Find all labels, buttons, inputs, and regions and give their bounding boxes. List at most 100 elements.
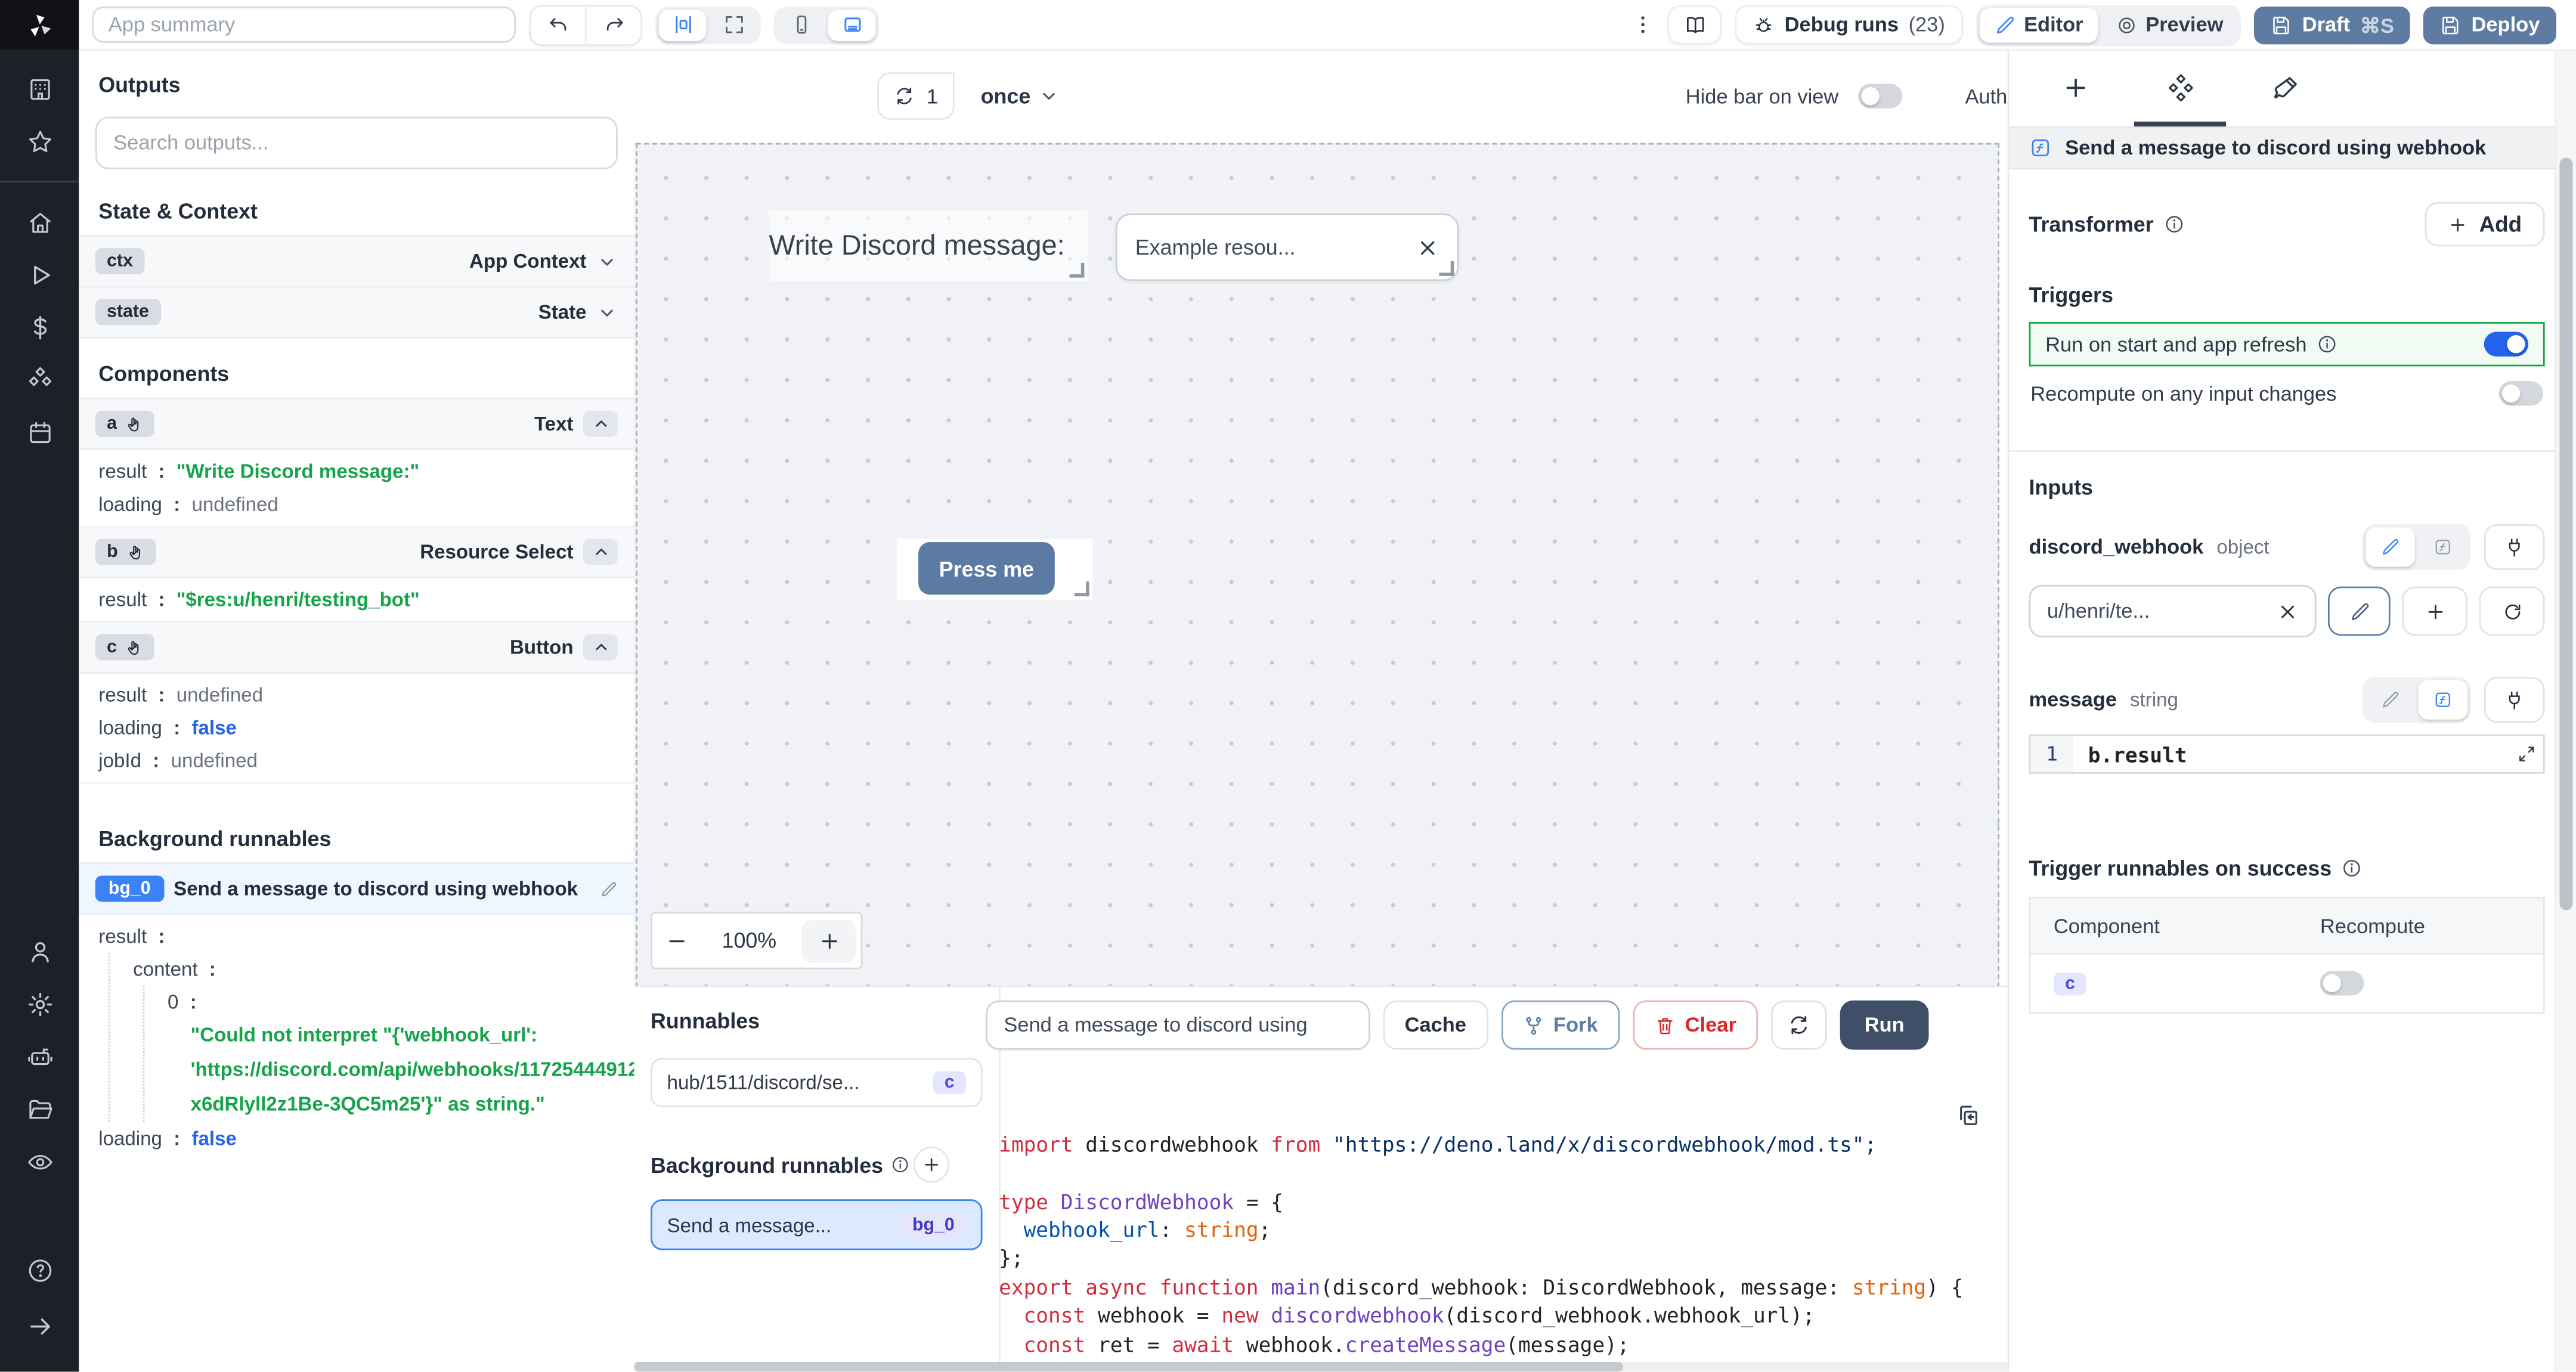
component-row-a[interactable]: a Text (79, 397, 634, 450)
run-on-start-toggle[interactable] (2484, 332, 2529, 357)
static-mode-button[interactable] (2366, 527, 2415, 567)
deploy-button[interactable]: Deploy (2423, 5, 2556, 44)
cache-button[interactable]: Cache (1383, 1000, 1488, 1050)
runnable-item-hub[interactable]: hub/1511/discord/se... c (651, 1058, 983, 1107)
runnable-item-bg0[interactable]: Send a message... bg_0 (651, 1199, 983, 1250)
draft-button[interactable]: Draft ⌘S (2254, 5, 2411, 44)
reload-resources-button[interactable] (2479, 586, 2545, 636)
resource-select-component[interactable]: Example resou... (1115, 213, 1459, 281)
collapse-button[interactable] (583, 410, 618, 437)
press-me-button[interactable]: Press me (918, 542, 1055, 595)
rail-item-schedules[interactable] (15, 413, 64, 452)
resize-handle[interactable] (1439, 261, 1454, 276)
connect-input-button[interactable] (2484, 524, 2545, 571)
run-on-start-label: Run on start and app refresh (2045, 332, 2307, 356)
rail-item-workers[interactable] (15, 1036, 64, 1076)
rail-item-users[interactable] (15, 931, 64, 971)
chevron-down-icon[interactable] (596, 250, 618, 272)
background-runnable-row[interactable]: bg_0 Send a message to discord using web… (79, 862, 634, 915)
rail-expand-button[interactable] (15, 1306, 64, 1345)
search-outputs-input[interactable] (95, 116, 618, 169)
connect-input-button[interactable] (2484, 677, 2545, 723)
text-component[interactable]: Write Discord message: (769, 210, 1088, 281)
tab-styling[interactable] (2233, 49, 2337, 126)
refresh-mode-dropdown[interactable]: once (981, 84, 1060, 109)
center-content-button[interactable] (658, 9, 707, 41)
refresh-count-box[interactable]: 1 (877, 72, 955, 120)
expression-editor[interactable]: 1 b.result (2029, 734, 2545, 774)
tab-insert-component[interactable] (2023, 49, 2128, 126)
add-transformer-button[interactable]: Add (2425, 202, 2545, 247)
desktop-view-button[interactable] (828, 9, 876, 41)
recompute-toggle[interactable] (2498, 381, 2543, 406)
code-editor[interactable]: import discordwebhook from "https://deno… (966, 1063, 2008, 1362)
pencil-icon (2380, 537, 2400, 557)
copy-code-icon[interactable] (1955, 1102, 1981, 1129)
debug-runs-button[interactable]: Debug runs (23) (1735, 5, 1964, 45)
add-background-runnable-button[interactable] (912, 1147, 949, 1183)
create-resource-button[interactable] (2401, 586, 2468, 636)
collapse-button[interactable] (583, 634, 618, 661)
component-row-b[interactable]: b Resource Select (79, 527, 634, 578)
component-row-c[interactable]: c Button (79, 622, 634, 674)
runnables-sidebar: Runnables hub/1511/discord/se... c Backg… (634, 987, 1001, 1362)
rail-item-favorites[interactable] (15, 122, 64, 161)
rail-item-runs[interactable] (15, 255, 64, 294)
resource-value-row: u/henri/te... (2029, 584, 2545, 637)
tab-component-settings[interactable] (2128, 49, 2233, 127)
output-row-state[interactable]: state State (79, 287, 634, 339)
output-row-ctx[interactable]: ctx App Context (79, 234, 634, 288)
mobile-view-button[interactable] (777, 9, 825, 40)
resource-picker[interactable]: u/henri/te... (2029, 584, 2317, 637)
redo-button[interactable] (587, 6, 641, 44)
eval-mode-button[interactable] (2418, 680, 2468, 720)
refresh-code-button[interactable] (1770, 1000, 1827, 1050)
zoom-in-button[interactable] (801, 919, 856, 962)
collapse-button[interactable] (583, 538, 618, 565)
vertical-scrollbar[interactable] (2555, 49, 2576, 1372)
clear-resource-icon[interactable] (2277, 600, 2299, 622)
more-menu-button[interactable] (1631, 13, 1655, 36)
rail-item-home[interactable] (15, 202, 64, 241)
horizontal-scrollbar[interactable] (634, 1361, 2008, 1372)
static-mode-button[interactable] (2366, 680, 2415, 720)
edit-resource-button[interactable] (2327, 586, 2391, 636)
app-canvas[interactable]: Write Discord message: Example resou... … (636, 143, 1999, 987)
windmill-logo[interactable] (0, 0, 79, 49)
resize-handle[interactable] (1074, 581, 1089, 597)
undo-button[interactable] (531, 6, 585, 44)
rail-item-help[interactable] (15, 1250, 64, 1290)
arrow-right-icon (26, 1312, 54, 1340)
rail-item-workspace[interactable] (15, 69, 64, 109)
hide-bar-toggle[interactable] (1858, 83, 1903, 109)
docs-button[interactable] (1668, 5, 1722, 45)
rail-item-resources[interactable] (15, 360, 64, 399)
rail-item-variables[interactable] (15, 307, 64, 346)
hand-pointer-icon (126, 543, 144, 561)
clear-selection-icon[interactable] (1416, 236, 1439, 259)
preview-tab[interactable]: Preview (2101, 7, 2238, 42)
zoom-out-button[interactable] (652, 913, 702, 968)
run-button[interactable]: Run (1840, 1000, 1930, 1050)
rail-item-settings[interactable] (15, 984, 64, 1023)
rail-item-folders[interactable] (15, 1089, 64, 1129)
recompute-c-toggle[interactable] (2320, 971, 2365, 996)
input-discord-webhook: discord_webhook object (2029, 524, 2545, 571)
fullwidth-button[interactable] (710, 9, 757, 40)
eval-mode-button[interactable] (2419, 527, 2468, 566)
editor-tab[interactable]: Editor (1979, 7, 2098, 42)
chevron-down-icon[interactable] (596, 302, 618, 323)
scrollbar-thumb[interactable] (2559, 157, 2573, 910)
app-summary-input[interactable] (92, 7, 516, 43)
code-lines: import discordwebhook from "https://deno… (999, 1131, 1964, 1362)
error-text: 'https://discord.com/api/webhooks/117254… (190, 1058, 636, 1081)
info-icon (890, 1155, 909, 1175)
resize-handle[interactable] (1069, 262, 1085, 278)
rail-item-audit[interactable] (15, 1142, 64, 1181)
fork-button[interactable]: Fork (1500, 1000, 1620, 1050)
clear-button[interactable]: Clear (1632, 1000, 1758, 1050)
edit-icon[interactable] (600, 879, 618, 897)
runnable-name-input[interactable] (986, 1000, 1370, 1050)
scrollbar-thumb[interactable] (634, 1361, 1623, 1372)
expand-editor-button[interactable] (2513, 741, 2540, 767)
